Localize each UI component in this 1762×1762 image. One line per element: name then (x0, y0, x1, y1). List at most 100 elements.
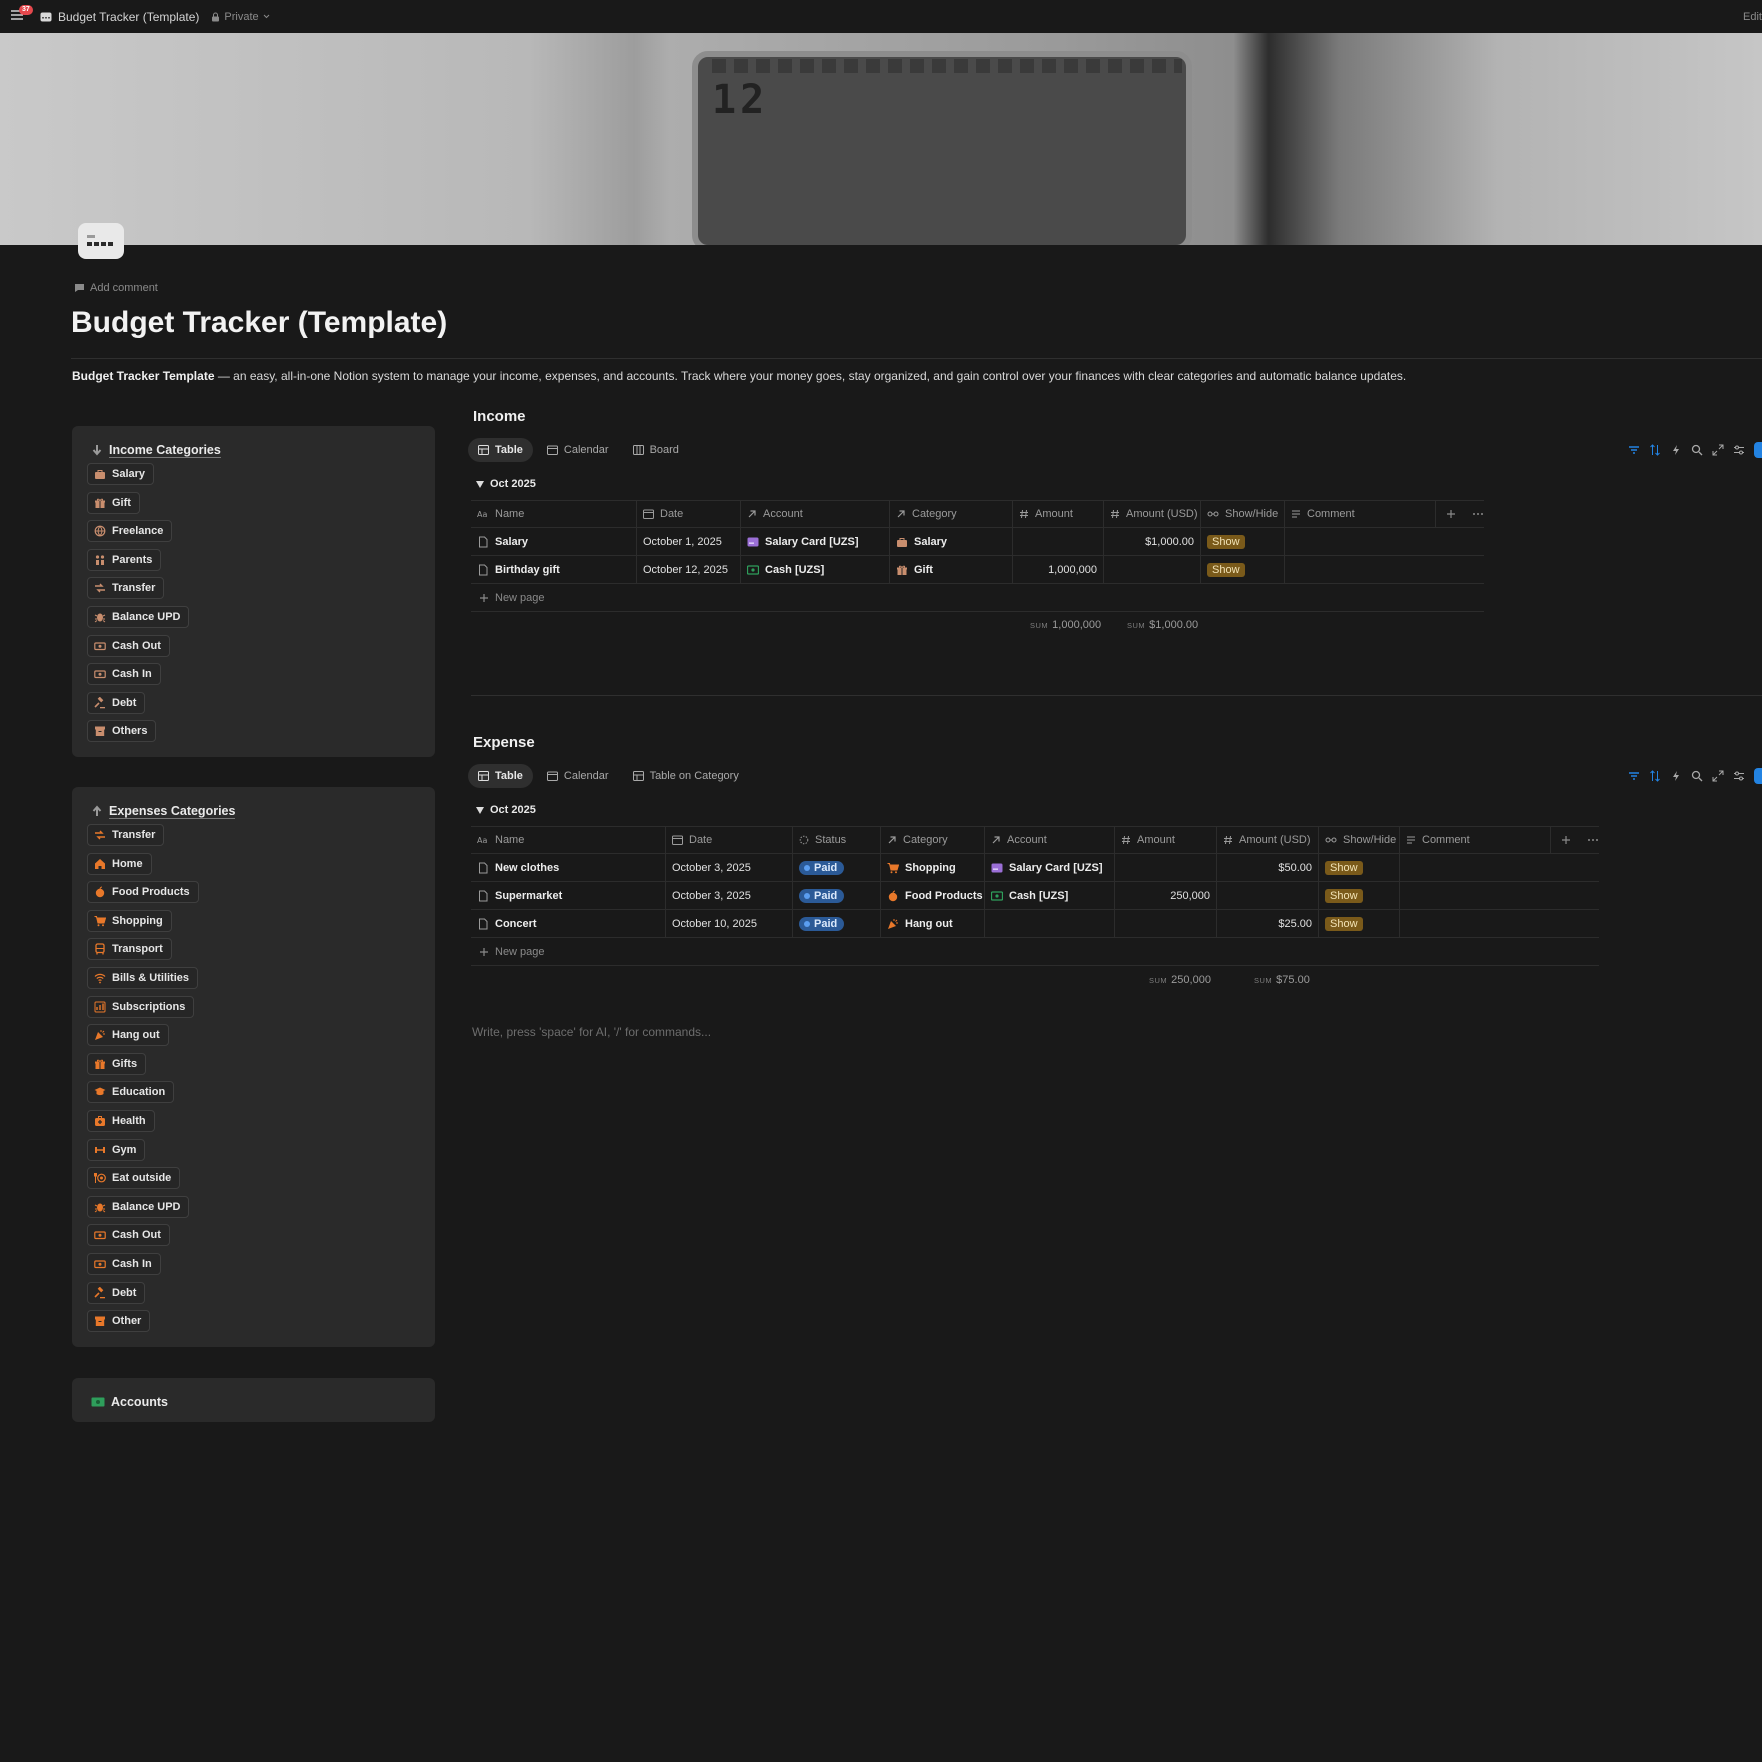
filter-icon[interactable] (1628, 444, 1640, 456)
category-tag-home[interactable]: Home (87, 852, 152, 875)
category-tag-balance-upd[interactable]: Balance UPD (87, 1195, 190, 1218)
column-header-comment[interactable]: Comment (1285, 501, 1436, 527)
cell-amount[interactable] (1013, 528, 1104, 555)
expense-title[interactable]: Expense (473, 734, 535, 751)
column-header-category[interactable]: Category (881, 827, 985, 853)
privacy-dropdown[interactable]: Private (211, 11, 270, 23)
category-tag-transfer[interactable]: Transfer (87, 577, 165, 600)
column-header-date[interactable]: Date (637, 501, 741, 527)
category-tag-education[interactable]: Education (87, 1081, 175, 1104)
expense-sum-amount[interactable]: SUM 250,000 (1149, 974, 1211, 986)
category-tag-gift[interactable]: Gift (87, 491, 140, 514)
category-tag-transport[interactable]: Transport (87, 938, 172, 961)
expense-tab-table-on-category[interactable]: Table on Category (623, 764, 749, 788)
cell-amount[interactable] (1115, 910, 1217, 937)
category-tag-cash-in[interactable]: Cash In (87, 663, 161, 686)
column-header-category[interactable]: Category (890, 501, 1013, 527)
category-tag-salary[interactable]: Salary (87, 463, 155, 485)
cell-show[interactable]: Show (1319, 854, 1400, 881)
show-hide-tag[interactable]: Show (1325, 860, 1363, 875)
category-tag-gifts[interactable]: Gifts (87, 1052, 147, 1075)
cell-comment[interactable] (1285, 528, 1436, 555)
more-horizontal-icon[interactable] (1472, 512, 1484, 516)
income-sum-usd[interactable]: SUM $1,000.00 (1127, 619, 1198, 631)
expand-icon[interactable] (1712, 770, 1724, 782)
cell-amount-usd[interactable]: $25.00 (1217, 910, 1319, 937)
column-header-name[interactable]: Aa Name (471, 827, 666, 853)
cell-account[interactable]: Salary Card [UZS] (741, 528, 890, 555)
cell-show[interactable]: Show (1319, 910, 1400, 937)
breadcrumb-page[interactable]: Budget Tracker (Template) (40, 10, 199, 24)
income-sum-amount[interactable]: SUM 1,000,000 (1030, 619, 1101, 631)
page-title[interactable]: Budget Tracker (Template) (71, 306, 447, 340)
category-tag-shopping[interactable]: Shopping (87, 909, 172, 932)
more-horizontal-icon[interactable] (1587, 838, 1599, 842)
income-tab-calendar[interactable]: Calendar (537, 438, 619, 462)
cell-show[interactable]: Show (1201, 556, 1285, 583)
show-hide-tag[interactable]: Show (1325, 916, 1363, 931)
settings-sliders-icon[interactable] (1733, 770, 1745, 782)
column-header-date[interactable]: Date (666, 827, 793, 853)
category-tag-health[interactable]: Health (87, 1109, 155, 1132)
income-title[interactable]: Income (473, 408, 526, 425)
page-description[interactable]: Budget Tracker Template — an easy, all-i… (72, 369, 1752, 383)
income-group-toggle[interactable]: Oct 2025 (476, 478, 536, 490)
category-tag-transfer[interactable]: Transfer (87, 824, 165, 846)
table-row[interactable]: Birthday gift October 12, 2025 Cash [UZS] G… (471, 556, 1484, 584)
show-hide-tag[interactable]: Show (1207, 562, 1245, 577)
automation-icon[interactable] (1670, 444, 1682, 456)
column-header-comment[interactable]: Comment (1400, 827, 1551, 853)
cell-date[interactable]: October 12, 2025 (637, 556, 741, 583)
cell-name[interactable]: Concert (471, 910, 666, 937)
expense-tab-calendar[interactable]: Calendar (537, 764, 619, 788)
new-entry-button[interactable] (1754, 768, 1762, 784)
category-tag-parents[interactable]: Parents (87, 548, 162, 571)
cell-account[interactable] (985, 910, 1115, 937)
cell-date[interactable]: October 10, 2025 (666, 910, 793, 937)
category-tag-debt[interactable]: Debt (87, 691, 146, 714)
empty-block-placeholder[interactable]: Write, press 'space' for AI, '/' for com… (472, 1025, 711, 1039)
cell-status[interactable]: Paid (793, 910, 881, 937)
column-header-amount-usd[interactable]: Amount (USD) (1104, 501, 1201, 527)
category-tag-food-products[interactable]: Food Products (87, 881, 199, 904)
expand-icon[interactable] (1712, 444, 1724, 456)
sort-icon[interactable] (1649, 444, 1661, 456)
accounts-header[interactable]: Accounts (72, 1378, 435, 1412)
cell-account[interactable]: Cash [UZS] (741, 556, 890, 583)
table-row[interactable]: New clothes October 3, 2025 Paid Shopping Sa… (471, 854, 1599, 882)
category-tag-eat-outside[interactable]: Eat outside (87, 1167, 181, 1190)
filter-icon[interactable] (1628, 770, 1640, 782)
cell-show[interactable]: Show (1319, 882, 1400, 909)
category-tag-others[interactable]: Others (87, 720, 157, 743)
add-comment-button[interactable]: Add comment (74, 282, 158, 294)
category-tag-bills-utilities[interactable]: Bills & Utilities (87, 966, 199, 989)
expense-categories-header[interactable]: Expenses Categories (72, 787, 435, 821)
cell-date[interactable]: October 3, 2025 (666, 882, 793, 909)
column-header-amount-usd[interactable]: Amount (USD) (1217, 827, 1319, 853)
category-tag-cash-in[interactable]: Cash In (87, 1252, 161, 1275)
sidebar-menu-button[interactable]: 37 (10, 4, 33, 26)
category-tag-debt[interactable]: Debt (87, 1281, 146, 1304)
cell-date[interactable]: October 1, 2025 (637, 528, 741, 555)
cell-amount[interactable]: 250,000 (1115, 882, 1217, 909)
new-page-button[interactable]: New page (471, 584, 1484, 612)
cell-category[interactable]: Salary (890, 528, 1013, 555)
sort-icon[interactable] (1649, 770, 1661, 782)
status-pill[interactable]: Paid (799, 888, 845, 903)
cell-category[interactable]: Food Products (881, 882, 985, 909)
cell-name[interactable]: Supermarket (471, 882, 666, 909)
category-tag-cash-out[interactable]: Cash Out (87, 1224, 170, 1247)
column-header-account[interactable]: Account (985, 827, 1115, 853)
table-row[interactable]: Concert October 10, 2025 Paid Hang out $25.0… (471, 910, 1599, 938)
show-hide-tag[interactable]: Show (1207, 534, 1245, 549)
table-row[interactable]: Supermarket October 3, 2025 Paid Food Produ… (471, 882, 1599, 910)
plus-icon[interactable] (1446, 509, 1456, 519)
category-tag-gym[interactable]: Gym (87, 1138, 146, 1161)
search-icon[interactable] (1691, 770, 1703, 782)
new-page-button[interactable]: New page (471, 938, 1599, 966)
cell-amount-usd[interactable] (1104, 556, 1201, 583)
page-icon[interactable] (78, 223, 124, 259)
cell-account[interactable]: Salary Card [UZS] (985, 854, 1115, 881)
category-tag-balance-upd[interactable]: Balance UPD (87, 605, 190, 628)
column-header-amount[interactable]: Amount (1013, 501, 1104, 527)
